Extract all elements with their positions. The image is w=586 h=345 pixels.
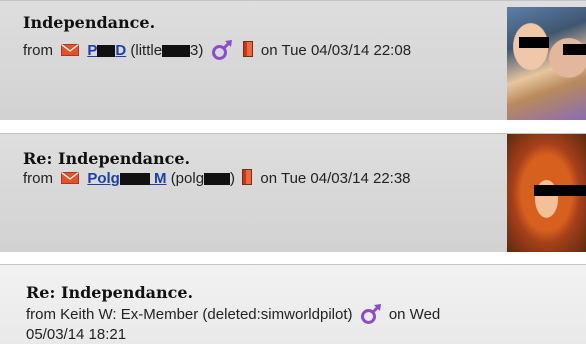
author-link[interactable]: Polg M xyxy=(87,170,166,187)
from-label: from xyxy=(23,42,53,59)
post-date: on Tue 04/03/14 22:38 xyxy=(260,170,411,187)
post-meta: from Polg M (polg) on Tue 04/03/14 22:38 xyxy=(23,169,411,187)
author-name-start: Polg xyxy=(87,170,120,187)
redaction-bar xyxy=(519,37,549,48)
redaction-bar xyxy=(162,45,191,58)
avatar[interactable] xyxy=(507,7,586,120)
post-card: Re: Independance. from Keith W: Ex-Membe… xyxy=(0,264,586,344)
post-date: on Tue 04/03/14 22:08 xyxy=(260,42,412,59)
handle-suffix: 3) xyxy=(190,42,204,59)
author-handle: (little 3) xyxy=(130,42,203,59)
from-label: from xyxy=(23,170,53,187)
male-icon xyxy=(360,304,381,324)
envelope-icon[interactable] xyxy=(61,172,80,184)
flag-icon xyxy=(242,41,253,57)
redaction-bar xyxy=(204,173,231,186)
redaction-bar xyxy=(563,44,586,55)
handle-prefix: (little xyxy=(130,42,163,59)
redaction-bar xyxy=(97,45,116,58)
post-title: Re: Independance. xyxy=(26,283,194,302)
male-icon xyxy=(211,40,232,60)
post-title: Independance. xyxy=(23,13,156,32)
envelope-icon[interactable] xyxy=(61,44,80,56)
redaction-bar xyxy=(534,185,586,196)
post-date: on Wed xyxy=(388,306,441,323)
author-handle: (polg) xyxy=(171,170,235,187)
post-card: Independance. from PD (little 3) on Tue 0… xyxy=(0,0,586,120)
post-date-line2: 05/03/14 18:21 xyxy=(26,326,127,343)
post-meta: from PD (little 3) on Tue 04/03/14 22:08 xyxy=(23,39,411,61)
avatar[interactable] xyxy=(507,134,586,252)
author-name-end: M xyxy=(149,170,167,187)
post-meta: from Keith W: Ex-Member (deleted:simworl… xyxy=(26,303,526,345)
post-title: Re: Independance. xyxy=(23,149,191,168)
post-card: Re: Independance. from Polg M (polg) on … xyxy=(0,133,586,252)
author-name-start: P xyxy=(87,42,98,59)
author-info: from Keith W: Ex-Member (deleted:simworl… xyxy=(26,306,353,323)
redaction-bar xyxy=(119,173,150,186)
author-name-end: D xyxy=(115,42,127,59)
author-link[interactable]: PD xyxy=(87,42,126,59)
handle-suffix: ) xyxy=(230,170,236,187)
handle-prefix: (polg xyxy=(170,170,205,187)
flag-icon xyxy=(242,169,253,185)
